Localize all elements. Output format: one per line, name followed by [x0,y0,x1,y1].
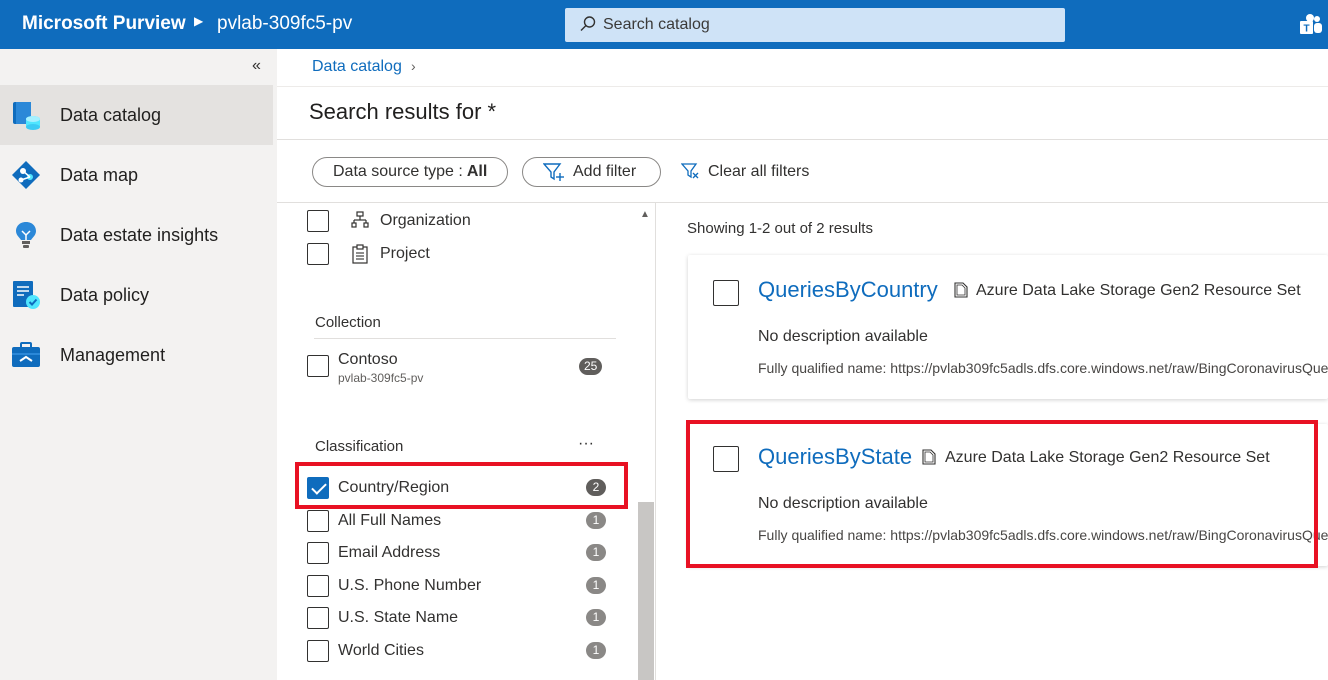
nav-label: Data catalog [60,105,162,125]
nav-data-policy[interactable]: Data policy [0,265,273,325]
collection-contoso-label: Contoso [338,351,398,368]
app-title[interactable]: Microsoft Purview [22,13,186,35]
nav-data-estate-insights[interactable]: Data estate insights [0,205,273,265]
clipboard-icon [352,244,368,264]
insights-icon [16,222,36,248]
left-nav: « Data catalog Data map Data estate insi… [0,49,277,680]
search-box[interactable]: Search catalog [565,8,1065,42]
checkbox-world-cities[interactable] [307,640,329,662]
classification-label: World Cities [338,642,424,659]
nav-label: Data policy [60,285,150,305]
count-badge: 1 [586,512,606,529]
nav-management[interactable]: Management [0,325,273,385]
classification-label: U.S. State Name [338,609,459,626]
data-source-type-filter[interactable]: Data source type : All [312,157,508,187]
count-badge: 1 [586,642,606,659]
filter-organization-label: Organization [380,212,471,229]
nav-label: Data estate insights [60,225,219,245]
scroll-thumb[interactable] [638,502,654,680]
chevron-right-icon: ▶ [194,14,204,28]
checkbox-us-state-name[interactable] [307,607,329,629]
checkbox-all-full-names[interactable] [307,510,329,532]
clear-all-filters-button[interactable]: Clear all filters [708,163,809,181]
annotation-highlight [295,462,628,509]
checkbox-email-address[interactable] [307,542,329,564]
divider [314,338,616,339]
scroll-up-icon[interactable]: ▲ [640,209,650,220]
teams-icon[interactable]: T [1298,13,1324,37]
divider [655,203,656,680]
result-description: No description available [758,328,928,345]
divider [277,202,1328,203]
count-badge: 1 [586,609,606,626]
annotation-highlight [686,420,1318,568]
search-input[interactable]: Search catalog [603,16,710,34]
svg-text:T: T [1303,24,1309,35]
classification-label: Email Address [338,544,441,561]
collapse-nav-icon[interactable]: « [252,57,261,75]
checkbox-us-phone-number[interactable] [307,575,329,597]
clear-filter-icon[interactable] [681,162,699,180]
result-checkbox[interactable] [713,280,739,306]
result-fqn: Fully qualified name: https://pvlab309fc… [758,360,1328,376]
data-catalog-icon [13,102,40,130]
divider [277,139,1328,140]
classification-heading: Classification [315,438,404,455]
classification-label: U.S. Phone Number [338,577,482,594]
more-options-icon[interactable]: ··· [578,435,594,453]
data-map-icon [12,161,40,189]
result-type: Azure Data Lake Storage Gen2 Resource Se… [976,282,1301,299]
checkbox-project[interactable] [307,243,329,265]
results-summary: Showing 1-2 out of 2 results [687,220,873,237]
checkbox-contoso[interactable] [307,355,329,377]
collection-contoso-sublabel: pvlab-309fc5-pv [338,371,424,385]
add-filter-icon [543,163,564,181]
breadcrumb-data-catalog[interactable]: Data catalog [312,58,402,76]
add-filter-button[interactable]: Add filter [522,157,661,187]
count-badge: 25 [579,358,603,375]
resource-set-icon [954,282,968,298]
account-name[interactable]: pvlab-309fc5-pv [217,13,352,35]
data-source-type-label: Data source type : [333,163,463,180]
checkbox-organization[interactable] [307,210,329,232]
count-badge: 1 [586,577,606,594]
management-icon [12,342,40,367]
divider [277,86,1328,87]
nav-data-map[interactable]: Data map [0,145,273,205]
nav-label: Management [60,345,166,365]
result-title-link[interactable]: QueriesByCountry [758,277,938,303]
page-title: Search results for * [309,99,497,124]
collection-heading: Collection [315,314,381,331]
add-filter-label: Add filter [573,163,637,180]
filter-project-label: Project [380,245,430,262]
top-bar: Microsoft Purview ▶ pvlab-309fc5-pv Sear… [0,0,1328,49]
data-source-type-value: All [466,163,488,180]
count-badge: 1 [586,544,606,561]
search-icon [580,16,596,31]
nav-data-catalog[interactable]: Data catalog [0,85,273,145]
nav-label: Data map [60,165,139,185]
data-policy-icon [13,281,40,309]
result-card[interactable]: QueriesByCountry Azure Data Lake Storage… [688,255,1328,399]
chevron-right-icon: › [411,58,416,74]
org-chart-icon [351,211,369,228]
classification-label: All Full Names [338,512,442,529]
